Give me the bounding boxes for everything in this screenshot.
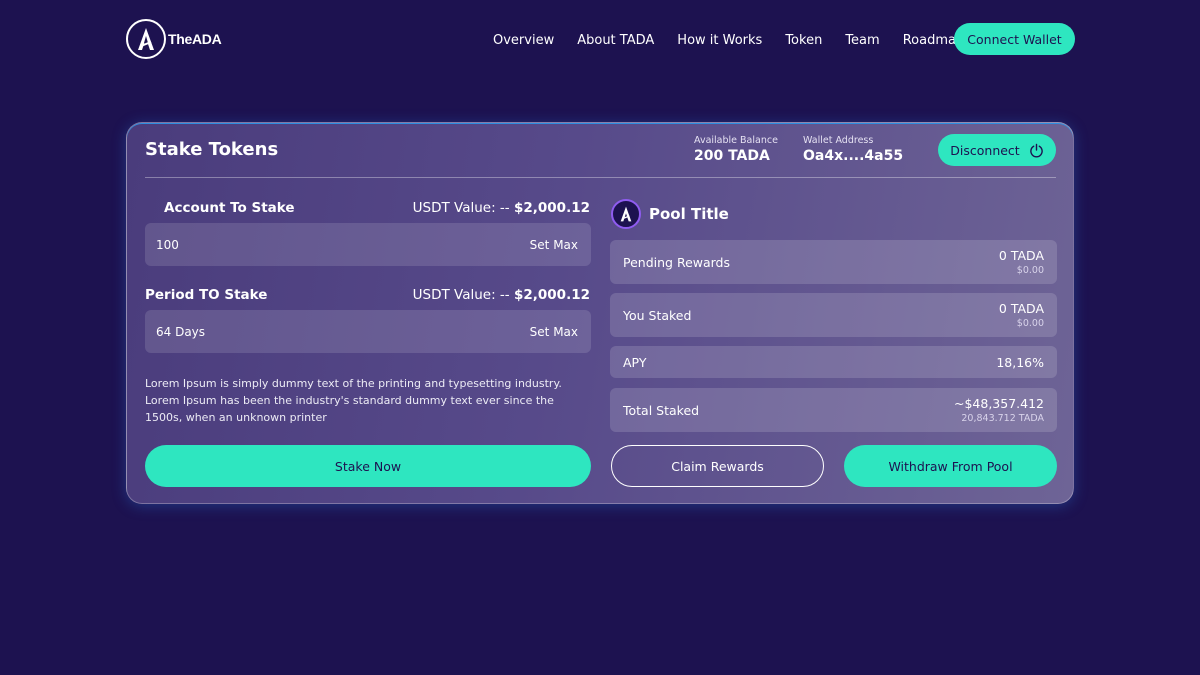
pool-logo-icon	[611, 199, 641, 229]
total-staked-row: Total Staked ~$48,357.412 20,843.712 TAD…	[610, 388, 1057, 432]
stake-card: Stake Tokens Available Balance 200 TADA …	[126, 122, 1074, 504]
account-usdt-value: USDT Value: -- $2,000.12	[413, 200, 590, 216]
stat-values: 18,16%	[996, 355, 1044, 370]
brand-name: TheADA	[168, 31, 222, 47]
stat-label: Pending Rewards	[623, 254, 731, 270]
pool-title: Pool Title	[649, 205, 729, 223]
account-set-max-button[interactable]: Set Max	[530, 238, 578, 252]
available-balance-value: 200 TADA	[694, 148, 770, 164]
stat-label: You Staked	[623, 307, 692, 323]
power-icon	[1029, 143, 1043, 157]
stake-card-title: Stake Tokens	[145, 139, 279, 160]
stake-amount-input[interactable]	[156, 237, 456, 252]
card-divider	[145, 177, 1056, 178]
stat-values: 0 TADA $0.00	[999, 248, 1044, 276]
disconnect-button[interactable]: Disconnect	[938, 134, 1056, 166]
disconnect-label: Disconnect	[950, 142, 1020, 158]
account-to-stake-label: Account To Stake	[164, 200, 295, 216]
apy-row: APY 18,16%	[610, 346, 1057, 378]
stake-period-input[interactable]	[156, 324, 456, 339]
stat-value: 18,16%	[996, 354, 1044, 370]
stat-values: 0 TADA $0.00	[999, 301, 1044, 329]
site-header: TheADA Overview About TADA How it Works …	[0, 0, 1200, 80]
pending-rewards-row: Pending Rewards 0 TADA $0.00	[610, 240, 1057, 284]
nav-about-tada[interactable]: About TADA	[577, 33, 654, 48]
main-nav: Overview About TADA How it Works Token T…	[493, 31, 987, 49]
period-set-max-button[interactable]: Set Max	[530, 325, 578, 339]
stake-description: Lorem Ipsum is simply dummy text of the …	[145, 377, 562, 424]
stat-subvalue: $0.00	[1016, 265, 1044, 276]
stat-value: ~$48,357.412	[954, 396, 1044, 411]
nav-team[interactable]: Team	[845, 33, 879, 48]
period-input-wrapper: Set Max	[145, 310, 591, 353]
connect-wallet-button[interactable]: Connect Wallet	[954, 23, 1075, 55]
account-input-wrapper: Set Max	[145, 223, 591, 266]
claim-rewards-button[interactable]: Claim Rewards	[611, 445, 824, 487]
period-usdt-value: USDT Value: -- $2,000.12	[413, 287, 590, 303]
wallet-address-value: Oa4x....4a55	[803, 148, 904, 164]
account-usdt-prefix: USDT Value: --	[412, 200, 510, 216]
stat-values: ~$48,357.412 20,843.712 TADA	[954, 396, 1044, 424]
brand-logo[interactable]: TheADA	[126, 19, 222, 59]
withdraw-from-pool-button[interactable]: Withdraw From Pool	[844, 445, 1057, 487]
period-usdt-prefix: USDT Value: --	[412, 287, 510, 303]
available-balance-label: Available Balance	[694, 135, 778, 146]
period-to-stake-label: Period TO Stake	[145, 287, 268, 303]
stat-value: 0 TADA	[998, 301, 1044, 316]
stat-value: 0 TADA	[998, 248, 1044, 263]
nav-token[interactable]: Token	[785, 33, 822, 48]
stat-subvalue: $0.00	[1016, 318, 1044, 329]
account-usdt-amount: $2,000.12	[513, 200, 590, 216]
nav-how-it-works[interactable]: How it Works	[677, 33, 762, 48]
stat-label: Total Staked	[623, 402, 700, 418]
stat-subvalue: 20,843.712 TADA	[961, 413, 1044, 424]
a-logo-icon	[126, 19, 166, 59]
stat-label: APY	[623, 354, 647, 370]
nav-overview[interactable]: Overview	[493, 33, 554, 48]
wallet-address-label: Wallet Address	[803, 135, 874, 146]
stake-now-button[interactable]: Stake Now	[145, 445, 591, 487]
period-usdt-amount: $2,000.12	[513, 287, 590, 303]
you-staked-row: You Staked 0 TADA $0.00	[610, 293, 1057, 337]
pool-header: Pool Title	[611, 199, 729, 229]
